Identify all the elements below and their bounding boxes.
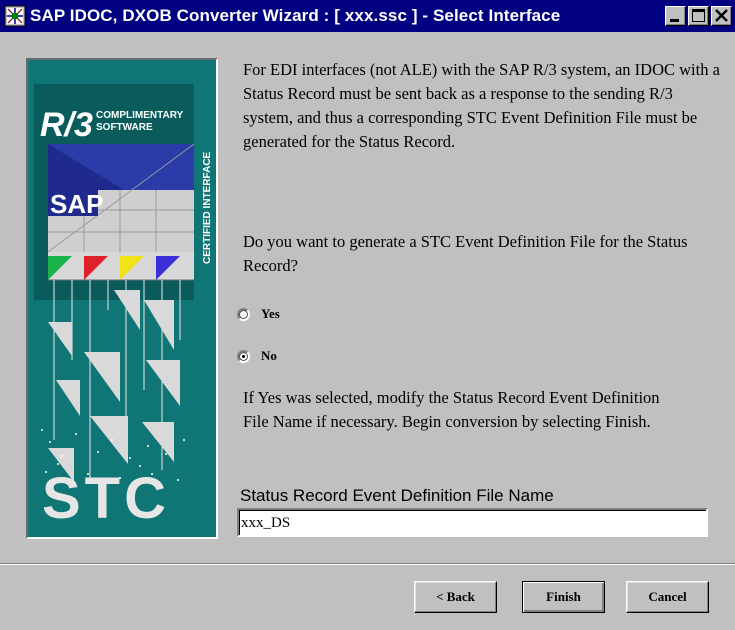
complimentary-text: COMPLIMENTARY	[96, 110, 184, 121]
r3-logo-text: R/3	[40, 106, 93, 144]
radio-no-circle[interactable]	[237, 349, 250, 363]
cancel-button[interactable]: Cancel	[626, 581, 709, 613]
file-name-label: Status Record Event Definition File Name	[240, 486, 554, 505]
close-icon	[715, 9, 728, 22]
radio-yes[interactable]: Yes	[237, 306, 280, 322]
back-button[interactable]: < Back	[414, 581, 497, 613]
wizard-window: SAP IDOC, DXOB Converter Wizard : [ xxx.…	[0, 0, 735, 630]
maximize-icon	[692, 9, 705, 22]
stc-logo-text: STC	[42, 466, 170, 531]
banner-graphic: R/3 COMPLIMENTARY SOFTWARE CERTIFIED INT…	[28, 60, 216, 537]
minimize-icon	[670, 19, 679, 22]
radio-yes-label[interactable]: Yes	[261, 306, 280, 322]
window-title: SAP IDOC, DXOB Converter Wizard : [ xxx.…	[30, 6, 561, 25]
app-icon[interactable]	[4, 5, 26, 27]
title-bar[interactable]: SAP IDOC, DXOB Converter Wizard : [ xxx.…	[0, 0, 735, 32]
radio-yes-circle[interactable]	[237, 307, 250, 321]
close-button[interactable]	[711, 6, 732, 26]
radio-no[interactable]: No	[237, 348, 277, 364]
certified-interface-text: CERTIFIED INTERFACE	[202, 151, 213, 264]
sap-logo-text: SAP	[50, 189, 103, 219]
generate-question: Do you want to generate a STC Event Defi…	[243, 232, 688, 275]
status-record-explanation: For EDI interfaces (not ALE) with the SA…	[243, 60, 720, 151]
maximize-button[interactable]	[688, 6, 709, 26]
separator-line	[0, 563, 735, 565]
sap-stc-banner: R/3 COMPLIMENTARY SOFTWARE CERTIFIED INT…	[26, 58, 218, 539]
finish-button[interactable]: Finish	[522, 581, 605, 613]
minimize-button[interactable]	[665, 6, 686, 26]
radio-no-label[interactable]: No	[261, 348, 277, 364]
file-name-input[interactable]	[237, 508, 708, 537]
software-text: SOFTWARE	[96, 122, 153, 133]
instruction-text: If Yes was selected, modify the Status R…	[243, 388, 660, 431]
